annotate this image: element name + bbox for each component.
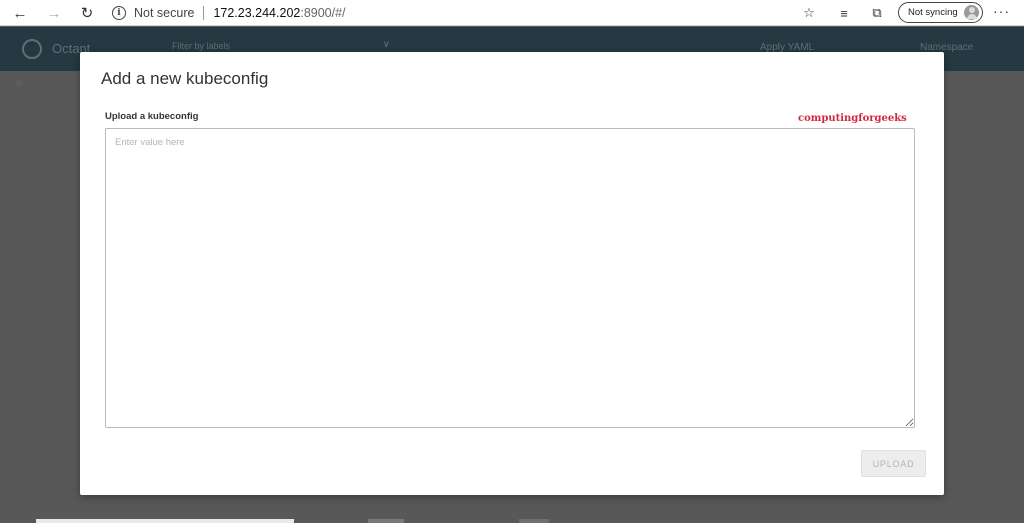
security-status[interactable]: Not secure [134,6,194,20]
taskbar-strip [36,519,294,523]
address-separator [203,6,205,20]
sync-label: Not syncing [908,7,958,18]
octant-logo-icon [22,39,42,59]
collections-icon[interactable]: ⧉ [868,4,886,22]
upload-kubeconfig-label: Upload a kubeconfig [105,111,199,122]
label-filter-placeholder: Filter by labels [172,41,231,51]
favorite-star-icon[interactable]: ☆ [800,4,818,22]
taskbar-strip-secondary [368,519,404,523]
taskbar-strip-tertiary [519,519,549,523]
watermark-text: computingforgeeks [798,113,907,124]
add-kubeconfig-modal: Add a new kubeconfig Upload a kubeconfig… [80,52,944,495]
address-bar[interactable]: i Not secure 172.23.244.202:8900/#/ [112,3,346,23]
profile-avatar-icon [964,5,979,20]
upload-button[interactable]: UPLOAD [861,450,926,477]
chevron-down-icon: ∨ [382,39,390,50]
sync-profile-button[interactable]: Not syncing [898,2,983,23]
back-arrow-icon[interactable]: ← [10,3,30,23]
info-icon[interactable]: i [112,6,126,20]
sidebar-star-icon: ☆ [15,78,24,88]
kubeconfig-textarea[interactable] [105,128,915,428]
modal-title: Add a new kubeconfig [101,69,269,88]
url-path[interactable]: :8900/#/ [300,6,345,20]
browser-toolbar: ← → ↻ i Not secure 172.23.244.202:8900/#… [0,0,1024,26]
more-options-icon[interactable]: ··· [993,3,1010,19]
forward-arrow-icon[interactable]: → [44,3,64,23]
url-host[interactable]: 172.23.244.202 [213,6,300,20]
favorites-list-icon[interactable]: ≡ [835,4,853,22]
refresh-icon[interactable]: ↻ [77,3,97,23]
